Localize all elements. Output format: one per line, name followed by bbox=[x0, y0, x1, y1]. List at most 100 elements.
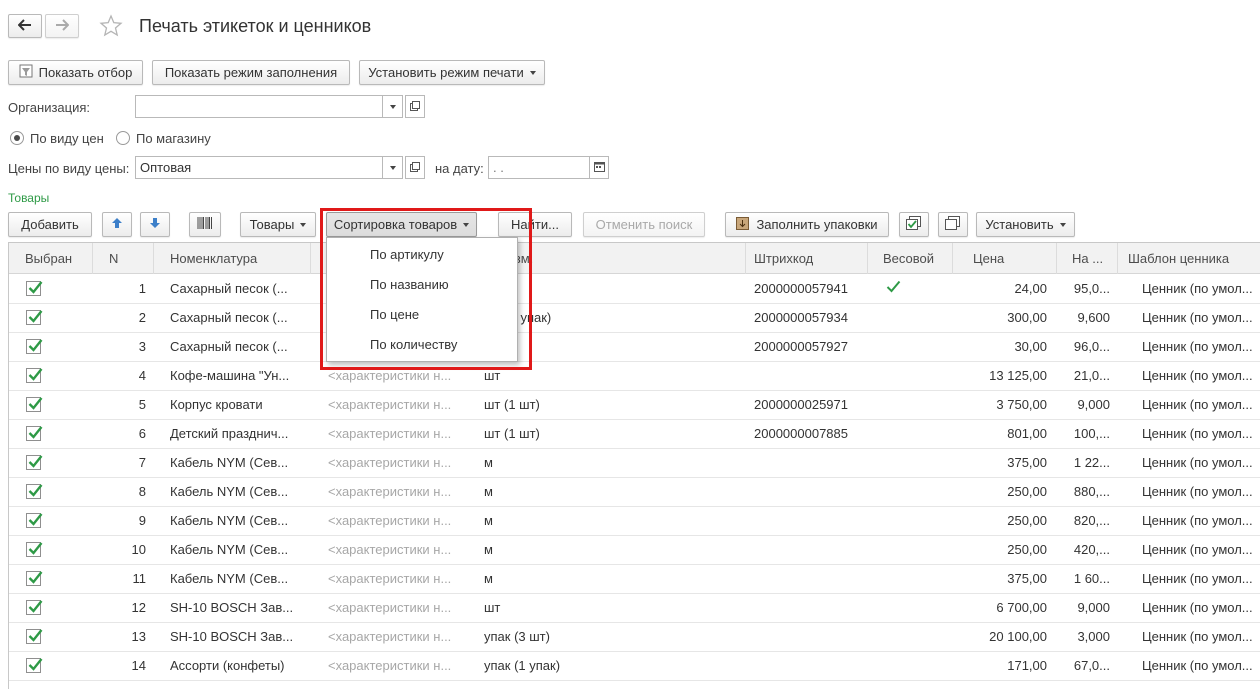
table-row[interactable]: 2Сахарный песок (...кг (10 упак)20000000… bbox=[9, 304, 1260, 333]
selected-checkbox[interactable] bbox=[26, 542, 43, 557]
cell-price: 13 125,00 bbox=[989, 368, 1047, 383]
set-button[interactable]: Установить bbox=[976, 212, 1075, 237]
cell-price: 250,00 bbox=[1007, 542, 1047, 557]
forward-button[interactable] bbox=[45, 14, 79, 38]
table-row[interactable]: 4 Кофе-машина "Ун... <характеристики н... ш… bbox=[9, 362, 1260, 391]
star-icon[interactable] bbox=[99, 14, 123, 41]
date-field[interactable]: . . bbox=[488, 156, 590, 179]
cell-template: Ценник (по умол... bbox=[1142, 629, 1253, 644]
table-row[interactable]: 8 Кабель NYM (Сев... <характеристики н... м… bbox=[9, 478, 1260, 507]
cell-barcode: 2000000025971 bbox=[754, 397, 848, 412]
calendar-button[interactable] bbox=[589, 156, 609, 179]
cell-template: Ценник (по умол... bbox=[1142, 542, 1253, 557]
cell-nomenclature: Кабель NYM (Сев... bbox=[170, 542, 289, 557]
cell-price: 375,00 bbox=[1007, 571, 1047, 586]
back-button[interactable] bbox=[8, 14, 42, 38]
fill-packages-button[interactable]: Заполнить упаковки bbox=[725, 212, 889, 237]
table-row[interactable]: 5 Корпус кровати <характеристики н... шт (1… bbox=[9, 391, 1260, 420]
chevron-down-icon bbox=[529, 70, 536, 75]
cancel-search-button[interactable]: Отменить поиск bbox=[583, 212, 705, 237]
selected-checkbox[interactable] bbox=[26, 600, 43, 615]
column-price[interactable]: Цена bbox=[953, 243, 1057, 274]
cell-n: 3 bbox=[138, 339, 146, 354]
cell-barcode: 2000000057927 bbox=[754, 339, 848, 354]
add-button[interactable]: Добавить bbox=[8, 212, 92, 237]
selected-checkbox[interactable] bbox=[26, 426, 43, 441]
column-selected[interactable]: Выбран bbox=[9, 243, 93, 274]
table-row[interactable]: 6 Детский празднич... <характеристики н...… bbox=[9, 420, 1260, 449]
organization-field[interactable] bbox=[135, 95, 383, 118]
cell-barcode bbox=[746, 623, 868, 651]
cell-nomenclature: Кофе-машина "Ун... bbox=[170, 368, 290, 383]
table-row[interactable]: 12 SH-10 BOSCH Зав... <характеристики н...… bbox=[9, 594, 1260, 623]
selected-checkbox[interactable] bbox=[26, 571, 43, 586]
radio-store-label[interactable]: По магазину bbox=[136, 131, 211, 146]
goods-table[interactable]: Выбран N Номенклатура Ед. изм. Штрихкод … bbox=[8, 242, 1260, 689]
organization-open-button[interactable] bbox=[405, 95, 425, 118]
price-type-field[interactable]: Оптовая bbox=[135, 156, 383, 179]
column-template[interactable]: Шаблон ценника bbox=[1118, 243, 1260, 274]
check-all-button[interactable] bbox=[899, 212, 929, 237]
organization-dropdown[interactable] bbox=[383, 95, 403, 118]
open-form-icon bbox=[410, 160, 420, 175]
table-row[interactable]: 3 Сахарный песок (... 2000000057927 30,00 96… bbox=[9, 333, 1260, 362]
uncheck-all-icon bbox=[945, 216, 961, 233]
cell-quantity: 1 22... bbox=[1073, 455, 1110, 470]
table-row[interactable]: 13 SH-10 BOSCH Зав... <характеристики н...… bbox=[9, 623, 1260, 652]
cell-nomenclature: Сахарный песок (... bbox=[170, 281, 288, 296]
cell-price: 250,00 bbox=[1007, 484, 1047, 499]
move-down-button[interactable] bbox=[140, 212, 170, 237]
column-quantity[interactable]: На ... bbox=[1057, 243, 1118, 274]
column-weight[interactable]: Весовой bbox=[868, 243, 953, 274]
selected-checkbox[interactable] bbox=[26, 629, 43, 644]
selected-checkbox[interactable] bbox=[26, 310, 43, 325]
table-row[interactable]: 9 Кабель NYM (Сев... <характеристики н... м… bbox=[9, 507, 1260, 536]
cell-nomenclature: Кабель NYM (Сев... bbox=[170, 571, 289, 586]
uncheck-all-button[interactable] bbox=[938, 212, 968, 237]
arrow-up-icon bbox=[111, 217, 123, 232]
radio-price-type-label[interactable]: По виду цен bbox=[30, 131, 104, 146]
radio-store[interactable] bbox=[116, 131, 130, 145]
table-row[interactable]: 7 Кабель NYM (Сев... <характеристики н... м… bbox=[9, 449, 1260, 478]
barcode-icon bbox=[197, 216, 213, 233]
organization-label: Организация: bbox=[8, 100, 91, 115]
cell-unit: шт (1 шт) bbox=[484, 426, 540, 441]
cell-characteristic: <характеристики н... bbox=[328, 455, 452, 470]
package-icon bbox=[736, 216, 750, 233]
price-type-dropdown[interactable] bbox=[383, 156, 403, 179]
chevron-down-icon bbox=[1059, 222, 1066, 227]
selected-checkbox[interactable] bbox=[26, 281, 43, 296]
cell-characteristic: <характеристики н... bbox=[328, 658, 452, 673]
cell-template: Ценник (по умол... bbox=[1142, 600, 1253, 615]
radio-price-type[interactable] bbox=[10, 131, 24, 145]
cell-quantity: 3,000 bbox=[1077, 629, 1110, 644]
selected-checkbox[interactable] bbox=[26, 513, 43, 528]
table-row[interactable]: 14 Ассорти (конфеты) <характеристики н... у… bbox=[9, 652, 1260, 681]
cell-barcode bbox=[746, 449, 868, 477]
barcode-scan-button[interactable] bbox=[189, 212, 221, 237]
cell-n: 1 bbox=[138, 281, 146, 296]
date-label: на дату: bbox=[435, 161, 484, 176]
price-type-open-button[interactable] bbox=[405, 156, 425, 179]
set-print-mode-button[interactable]: Установить режим печати bbox=[359, 60, 545, 85]
selected-checkbox[interactable] bbox=[26, 339, 43, 354]
goods-menu-button[interactable]: Товары bbox=[240, 212, 316, 237]
move-up-button[interactable] bbox=[102, 212, 132, 237]
table-row[interactable]: 10 Кабель NYM (Сев... <характеристики н...… bbox=[9, 536, 1260, 565]
show-fill-mode-button[interactable]: Показать режим заполнения bbox=[152, 60, 350, 85]
selected-checkbox[interactable] bbox=[26, 397, 43, 412]
cell-n: 2 bbox=[138, 310, 146, 325]
selected-checkbox[interactable] bbox=[26, 484, 43, 499]
cell-n: 5 bbox=[138, 397, 146, 412]
selected-checkbox[interactable] bbox=[26, 368, 43, 383]
selected-checkbox[interactable] bbox=[26, 455, 43, 470]
cell-template: Ценник (по умол... bbox=[1142, 484, 1253, 499]
column-n[interactable]: N bbox=[93, 243, 154, 274]
show-filter-button[interactable]: Показать отбор bbox=[8, 60, 143, 85]
cell-quantity: 96,0... bbox=[1073, 339, 1110, 354]
column-barcode[interactable]: Штрихкод bbox=[746, 243, 868, 274]
table-row[interactable]: 11 Кабель NYM (Сев... <характеристики н...… bbox=[9, 565, 1260, 594]
selected-checkbox[interactable] bbox=[26, 658, 43, 673]
table-row[interactable]: 1 Сахарный песок (... 2000000057941 24,00 95… bbox=[9, 275, 1260, 304]
column-nomenclature[interactable]: Номенклатура bbox=[154, 243, 311, 274]
